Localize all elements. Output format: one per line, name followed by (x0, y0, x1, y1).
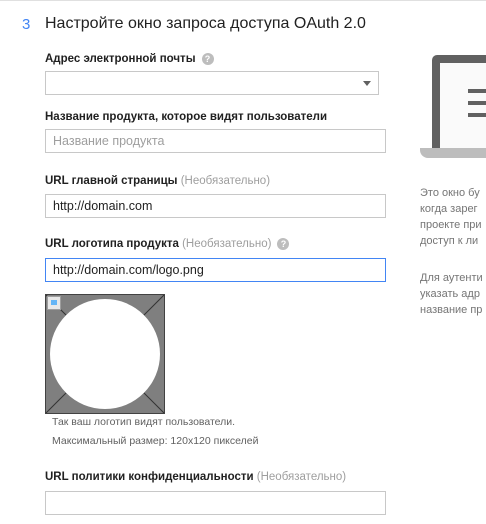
side-line: когда зарег (420, 203, 478, 215)
side-line: Это окно бу (420, 187, 480, 199)
logo-preview (45, 294, 165, 414)
email-label-text: Адрес электронной почты (45, 53, 196, 65)
logo-placeholder-graphic (46, 295, 164, 413)
logo-hint-line1: Так ваш логотип видят пользователи. (52, 416, 236, 428)
laptop-icon (432, 55, 486, 149)
side-line: доступ к ли (420, 235, 479, 247)
side-paragraph-1: Это окно бу когда зарег проекте при дост… (420, 185, 482, 249)
optional-tag: (Необязательно) (180, 175, 271, 187)
privacy-label: URL политики конфиденциальности (Необяза… (45, 471, 346, 483)
email-label: Адрес электронной почты? (45, 53, 214, 65)
optional-tag: (Необязательно) (256, 471, 347, 483)
side-line: проекте при (420, 219, 482, 231)
email-select[interactable] (45, 71, 379, 95)
logo-hint-line2: Максимальный размер: 120x120 пикселей (52, 435, 259, 447)
side-line: название пр (420, 304, 483, 316)
menu-line (468, 101, 486, 105)
logo-url-label: URL логотипа продукта (Необязательно)? (45, 238, 290, 250)
laptop-base (420, 148, 486, 158)
oauth-consent-screen: 3 Настройте окно запроса доступа OAuth 2… (0, 0, 486, 524)
optional-tag: (Необязательно) (182, 238, 272, 250)
step-title: Настройте окно запроса доступа OAuth 2.0 (45, 15, 366, 32)
logo-url-label-text: URL логотипа продукта (45, 238, 179, 250)
chevron-down-icon (363, 81, 371, 86)
help-icon[interactable]: ? (277, 238, 290, 250)
logo-url-input[interactable] (45, 258, 386, 282)
step-number: 3 (22, 16, 31, 33)
laptop-screen (440, 63, 486, 149)
privacy-url-input[interactable] (45, 491, 386, 515)
product-name-input[interactable] (45, 129, 386, 153)
menu-line (468, 89, 486, 93)
side-line: Для аутенти (420, 272, 483, 284)
homepage-label-text: URL главной страницы (45, 175, 178, 187)
menu-line (468, 113, 486, 117)
top-divider (0, 0, 486, 1)
homepage-label: URL главной страницы (Необязательно) (45, 175, 270, 187)
privacy-label-text: URL политики конфиденциальности (45, 471, 254, 483)
help-icon[interactable]: ? (201, 53, 214, 65)
side-paragraph-2: Для аутенти указать адр название пр (420, 270, 483, 318)
product-name-label: Название продукта, которое видят пользов… (45, 111, 328, 123)
broken-image-icon (47, 296, 61, 310)
homepage-url-input[interactable] (45, 194, 386, 218)
side-line: указать адр (420, 288, 480, 300)
